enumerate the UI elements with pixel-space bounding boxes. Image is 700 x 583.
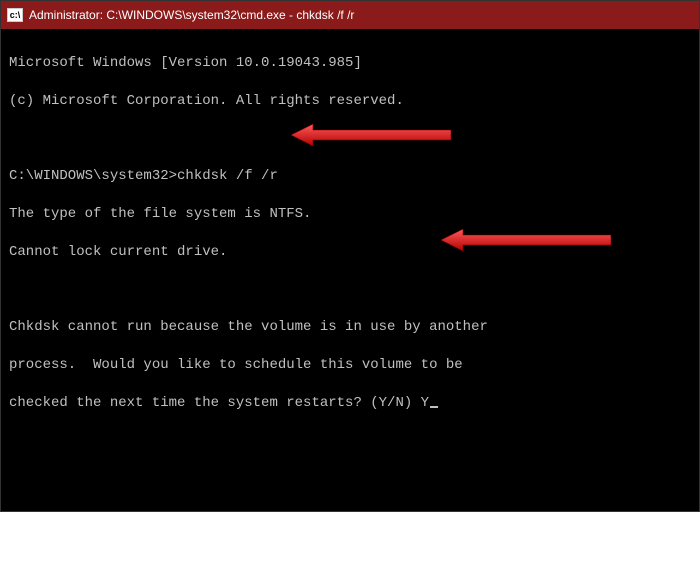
blank-line-1 — [9, 129, 691, 148]
msg-line-2: process. Would you like to schedule this… — [9, 356, 691, 375]
terminal-body[interactable]: Microsoft Windows [Version 10.0.19043.98… — [1, 29, 699, 511]
copyright-line: (c) Microsoft Corporation. All rights re… — [9, 92, 691, 111]
fs-type-line: The type of the file system is NTFS. — [9, 205, 691, 224]
response-y: Y — [421, 395, 429, 411]
cmd-window: c:\ Administrator: C:\WINDOWS\system32\c… — [0, 0, 700, 512]
blank-line-2 — [9, 281, 691, 300]
cursor — [430, 406, 438, 408]
prompt-prefix: C:\WINDOWS\system32> — [9, 168, 177, 184]
msg-line-3-prefix: checked the next time the system restart… — [9, 395, 421, 411]
annotation-arrow-2 — [441, 188, 611, 292]
cmd-icon: c:\ — [7, 8, 23, 22]
title-bar[interactable]: c:\ Administrator: C:\WINDOWS\system32\c… — [1, 1, 699, 29]
command-input: chkdsk /f /r — [177, 168, 278, 184]
lock-line: Cannot lock current drive. — [9, 243, 691, 262]
window-title: Administrator: C:\WINDOWS\system32\cmd.e… — [29, 8, 354, 22]
msg-line-1: Chkdsk cannot run because the volume is … — [9, 318, 691, 337]
msg-line-3: checked the next time the system restart… — [9, 394, 691, 413]
version-line: Microsoft Windows [Version 10.0.19043.98… — [9, 54, 691, 73]
prompt-line: C:\WINDOWS\system32>chkdsk /f /r — [9, 167, 691, 186]
